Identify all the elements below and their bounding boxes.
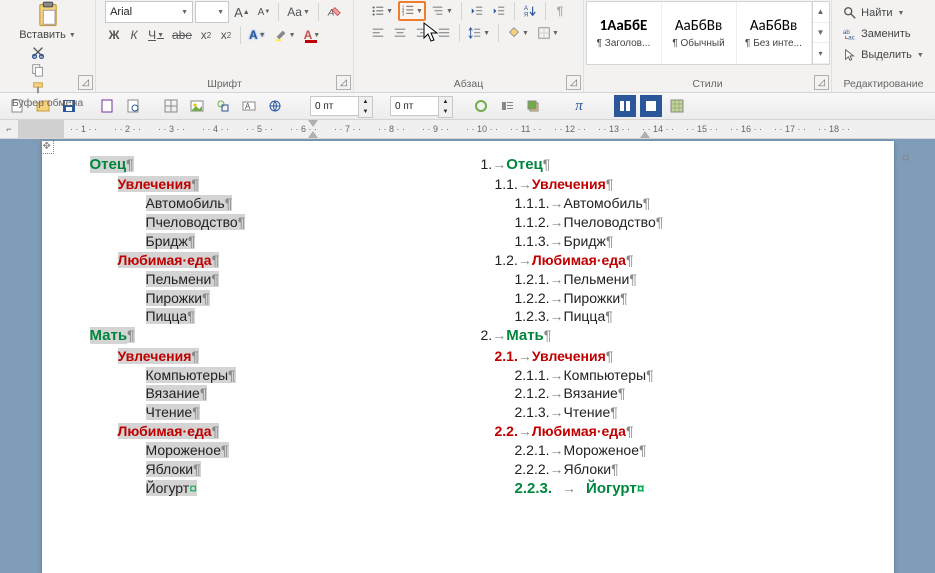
equation-icon[interactable]: π [568, 95, 590, 117]
multilevel-list-button[interactable]: ▼ [428, 1, 456, 21]
font-name-box[interactable]: Arial▼ [105, 1, 193, 23]
paste-label: Вставить [19, 29, 66, 41]
strikethrough-button[interactable]: abe [169, 25, 195, 45]
clipboard-dialog-launcher[interactable]: ◿ [78, 75, 93, 90]
group-clipboard-label: Буфер обмена [4, 97, 91, 109]
quick-toolbar: A 0 пт▲▼ 0 пт▲▼ π [0, 93, 935, 120]
table-icon[interactable] [160, 95, 182, 117]
svg-text:Я: Я [524, 11, 528, 18]
borders-button[interactable]: ▼ [534, 23, 562, 43]
ribbon: Вставить▼ Буфер обмена ◿ Arial▼ ▼ A▲ A▼ … [0, 0, 935, 93]
numbering-button[interactable]: 123▼ [398, 1, 426, 21]
page-setup-icon[interactable] [96, 95, 118, 117]
clear-formatting-button[interactable]: A [324, 2, 344, 22]
shrink-font-button[interactable]: A▼ [255, 2, 274, 22]
bring-forward-icon[interactable] [522, 95, 544, 117]
shapes-icon[interactable] [212, 95, 234, 117]
style-item-nospacing[interactable]: АаБбВв ¶ Без инте... [737, 2, 812, 64]
bold-button[interactable]: Ж [105, 25, 123, 45]
group-paragraph: ▼ 123▼ ▼ AЯ ¶ ▼ ▼ ▼ [354, 0, 584, 92]
align-left-button[interactable] [368, 23, 388, 43]
view-mode1-icon[interactable] [614, 95, 636, 117]
page[interactable]: ✥ ¤ Отец¶Увлечения¶Автомобиль¶Пчеловодст… [42, 141, 894, 573]
shading-button[interactable]: ▼ [504, 23, 532, 43]
decrease-indent-button[interactable] [467, 1, 487, 21]
font-color-button[interactable]: A▼ [301, 25, 324, 45]
group-paragraph-label: Абзац [358, 78, 579, 90]
styles-scroll-more[interactable]: ▾ [813, 43, 829, 64]
document-area[interactable]: ✥ ¤ Отец¶Увлечения¶Автомобиль¶Пчеловодст… [0, 139, 935, 573]
circle-green-icon[interactable] [470, 95, 492, 117]
italic-button[interactable]: К [125, 25, 143, 45]
group-font-label: Шрифт [100, 78, 349, 90]
highlight-button[interactable]: ▼ [271, 25, 299, 45]
svg-text:3: 3 [402, 11, 405, 16]
paragraph-dialog-launcher[interactable]: ◿ [566, 75, 581, 90]
align-center-button[interactable] [390, 23, 410, 43]
sort-button[interactable]: AЯ [520, 1, 540, 21]
format-painter-button[interactable] [28, 79, 48, 97]
styles-scroll-up[interactable]: ▲ [813, 2, 829, 23]
textbox-icon[interactable]: A [238, 95, 260, 117]
indent-hanging[interactable] [308, 131, 318, 138]
underline-button[interactable]: Ч▼ [145, 25, 167, 45]
view-mode2-icon[interactable] [640, 95, 662, 117]
table-anchor-icon[interactable]: ✥ [40, 139, 54, 154]
left-column: Отец¶Увлечения¶Автомобиль¶Пчеловодство¶Б… [62, 155, 455, 499]
justify-button[interactable] [434, 23, 454, 43]
group-clipboard: Вставить▼ Буфер обмена ◿ [0, 0, 96, 92]
styles-scroll-down[interactable]: ▼ [813, 23, 829, 44]
group-editing: Найти▼ abacЗаменить Выделить▼ Редактиров… [832, 0, 935, 92]
style-item-heading[interactable]: 1АаБбЕ ¶ Заголов... [587, 2, 662, 64]
spacing-before-box[interactable]: 0 пт▲▼ [310, 96, 360, 116]
grow-font-button[interactable]: A▲ [231, 2, 253, 22]
styles-dialog-launcher[interactable]: ◿ [814, 75, 829, 90]
indent-first-line[interactable] [308, 120, 318, 127]
replace-button[interactable]: abacЗаменить [839, 24, 928, 44]
wrap-icon[interactable] [496, 95, 518, 117]
end-of-cell-mark: ¤ [902, 149, 910, 165]
increase-indent-button[interactable] [489, 1, 509, 21]
show-paragraph-marks-button[interactable]: ¶ [551, 1, 569, 21]
superscript-button[interactable]: x2 [217, 25, 235, 45]
text-effects-button[interactable]: A▼ [246, 25, 269, 45]
horizontal-ruler[interactable]: ⌐ · · 1 · ·· · 2 · ·· · 3 · ·· · 4 · ·· … [0, 120, 935, 139]
bullets-button[interactable]: ▼ [368, 1, 396, 21]
spacing-after-box[interactable]: 0 пт▲▼ [390, 96, 440, 116]
group-editing-label: Редактирование [836, 78, 931, 90]
svg-text:ac: ac [848, 34, 854, 41]
copy-button[interactable] [28, 61, 48, 79]
group-font: Arial▼ ▼ A▲ A▼ Aa▼ A Ж К Ч▼ abe x2 x2 A▼… [96, 0, 354, 92]
font-size-box[interactable]: ▼ [195, 1, 229, 23]
group-styles: 1АаБбЕ ¶ Заголов... АаБбВв ¶ Обычный АаБ… [584, 0, 832, 92]
cut-button[interactable] [28, 43, 48, 61]
group-styles-label: Стили [588, 78, 827, 90]
style-item-normal[interactable]: АаБбВв ¶ Обычный [662, 2, 737, 64]
font-dialog-launcher[interactable]: ◿ [336, 75, 351, 90]
change-case-button[interactable]: Aa▼ [284, 2, 313, 22]
paste-button[interactable]: Вставить▼ [26, 1, 70, 41]
find-button[interactable]: Найти▼ [839, 3, 928, 23]
hyperlink-icon[interactable] [264, 95, 286, 117]
right-column: 1.→Отец¶1.1.→Увлечения¶1.1.1.→Автомобиль… [481, 155, 874, 499]
gridlines-icon[interactable] [666, 95, 688, 117]
indent-right[interactable] [640, 131, 650, 138]
subscript-button[interactable]: x2 [197, 25, 215, 45]
ruler-corner[interactable]: ⌐ [0, 120, 19, 138]
preview-icon[interactable] [122, 95, 144, 117]
picture-icon[interactable] [186, 95, 208, 117]
line-spacing-button[interactable]: ▼ [465, 23, 493, 43]
styles-gallery[interactable]: 1АаБбЕ ¶ Заголов... АаБбВв ¶ Обычный АаБ… [586, 1, 830, 65]
align-right-button[interactable] [412, 23, 432, 43]
svg-text:A: A [245, 102, 251, 111]
select-button[interactable]: Выделить▼ [839, 45, 928, 65]
